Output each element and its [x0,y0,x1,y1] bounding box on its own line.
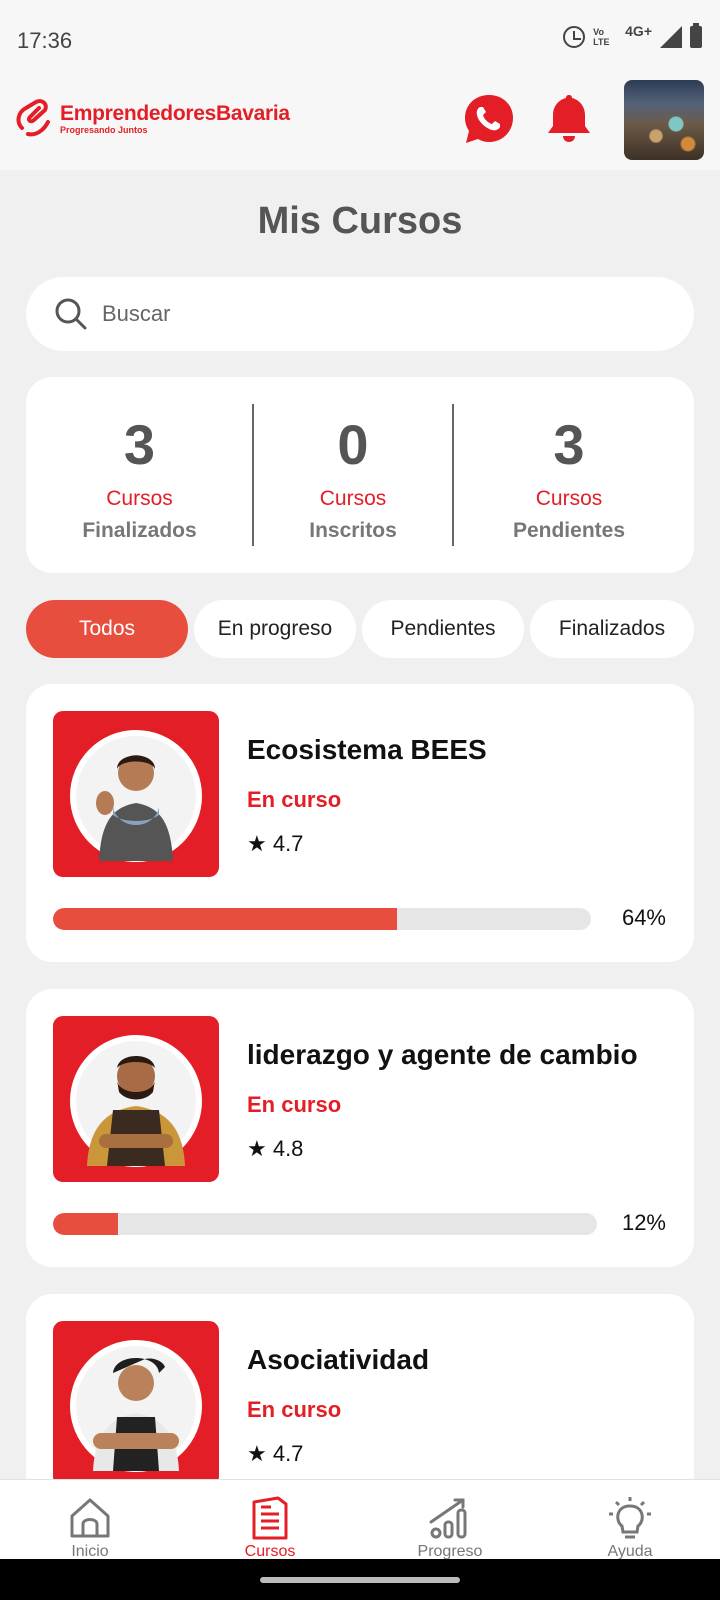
profile-avatar[interactable] [624,80,704,160]
stat-value: 3 [123,413,156,476]
bottom-nav: Inicio Cursos Progreso Ayuda [0,1479,720,1560]
filter-todos[interactable]: Todos [26,600,188,658]
stat-value: 0 [337,413,369,476]
network-type: 4G+ [625,23,652,39]
course-title: liderazgo y agente de cambio [247,1039,638,1070]
course-card[interactable]: liderazgo y agente de cambio En curso ★ … [26,989,694,1267]
home-icon [70,1498,110,1538]
brand-mark-icon [16,99,50,137]
bell-icon[interactable] [545,92,593,144]
progress-bar [53,908,591,930]
search-bar[interactable] [26,277,694,351]
search-icon [55,298,87,330]
course-card[interactable]: Ecosistema BEES En curso ★ 4.7 64% [26,684,694,962]
app-header: EmprendedoresBavaria Progresando Juntos [0,78,720,170]
course-status: En curso [247,1397,342,1422]
page-title: Mis Cursos [257,200,463,242]
course-instructor-image [70,1035,202,1167]
brand-tagline: Progresando Juntos [60,124,148,135]
course-thumbnail [53,711,219,877]
course-rating: ★ 4.7 [247,1441,304,1466]
nav-ayuda[interactable]: Ayuda [550,1480,710,1560]
volte-indicator: Vo LTE [593,27,610,47]
filter-pendientes[interactable]: Pendientes [362,600,524,658]
status-bar: 17:36 Vo LTE 4G+ [0,0,720,78]
course-rating: ★ 4.8 [247,1136,304,1161]
alarm-icon [563,26,586,48]
progress-chart-icon [429,1498,467,1539]
course-instructor-image [70,1340,202,1472]
brand-name: EmprendedoresBavaria [60,101,290,125]
search-input[interactable] [102,295,662,333]
lightbulb-icon [609,1497,651,1539]
course-thumbnail [53,1321,219,1487]
battery-icon [690,23,702,48]
course-rating: ★ 4.7 [247,831,304,856]
system-nav-bar [0,1559,720,1600]
stat-label: Cursos [535,487,603,510]
filter-tabs: Todos En progreso Pendientes Finalizados [0,600,720,660]
brand-logo[interactable]: EmprendedoresBavaria Progresando Juntos [14,98,290,138]
nav-progreso[interactable]: Progreso [370,1480,530,1560]
stat-inscritos: 0 Cursos Inscritos [254,377,452,573]
stat-sublabel: Finalizados [82,519,197,542]
course-status: En curso [247,1092,342,1117]
home-gesture-handle[interactable] [260,1577,460,1583]
status-icons: Vo LTE 4G+ [563,23,702,48]
progress-fill [53,908,398,930]
progress-percent: 64% [621,905,666,930]
progress-bar [53,1213,597,1235]
course-stats-card: 3 Cursos Finalizados 0 Cursos Inscritos … [26,377,694,573]
stat-label: Cursos [106,487,173,510]
nav-cursos[interactable]: Cursos [190,1480,350,1560]
stat-value: 3 [553,413,585,476]
progress-percent: 12% [621,1210,666,1235]
stat-finalizados: 3 Cursos Finalizados [26,377,253,573]
filter-finalizados[interactable]: Finalizados [530,600,694,658]
nav-inicio[interactable]: Inicio [10,1480,170,1560]
filter-en-progreso[interactable]: En progreso [194,600,356,658]
course-title: Ecosistema BEES [247,734,487,765]
course-status: En curso [247,787,342,812]
stat-label: Cursos [319,487,387,510]
course-thumbnail [53,1016,219,1182]
stat-pendientes: 3 Cursos Pendientes [454,377,684,573]
stat-sublabel: Inscritos [309,519,397,542]
progress-fill [53,1213,119,1235]
course-title: Asociatividad [247,1344,430,1375]
course-instructor-image [70,730,202,862]
signal-icon [660,26,682,48]
status-time: 17:36 [17,28,73,53]
document-icon [252,1496,288,1540]
whatsapp-icon[interactable] [463,93,515,145]
stat-sublabel: Pendientes [512,519,626,542]
